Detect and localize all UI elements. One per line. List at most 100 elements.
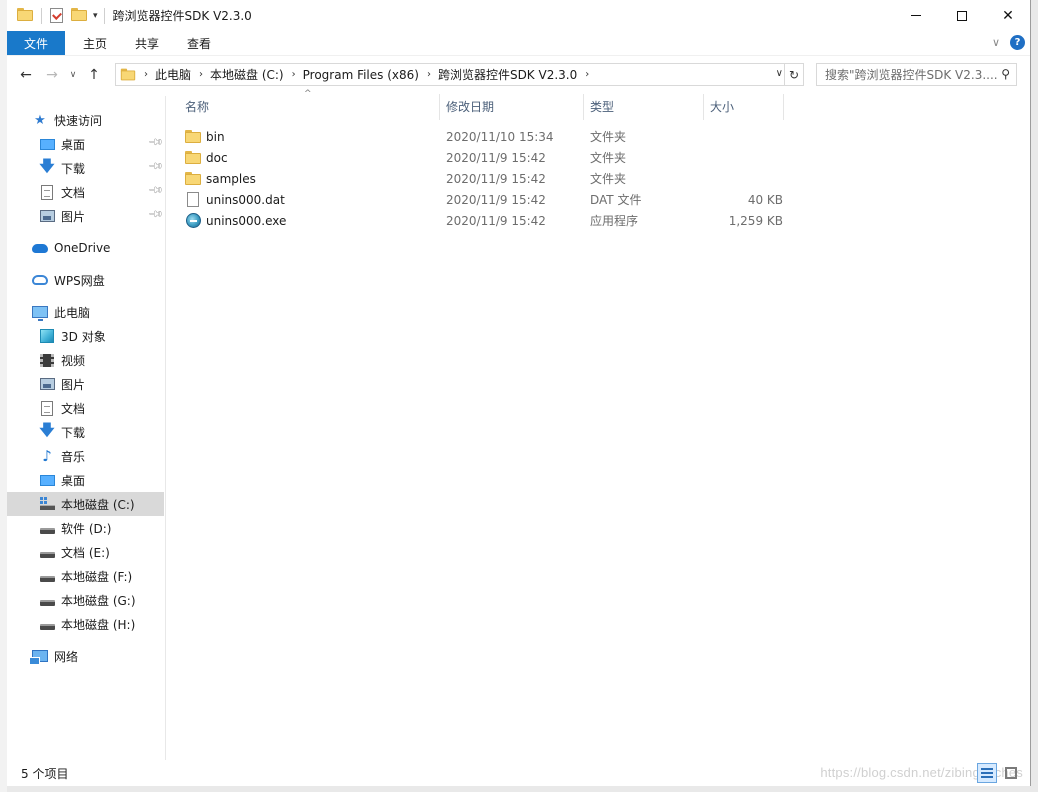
tab-file[interactable]: 文件: [7, 31, 65, 55]
nav-quick-downloads[interactable]: 🡇 下载 📌︎: [7, 156, 164, 180]
nav-downloads[interactable]: 🡇 下载: [7, 420, 164, 444]
nav-desktop[interactable]: 桌面: [7, 468, 164, 492]
help-icon[interactable]: ?: [1010, 35, 1025, 50]
nav-quick-pictures[interactable]: 图片 📌︎: [7, 204, 164, 228]
file-date: 2020/11/9 15:42: [446, 171, 546, 186]
nav-label: 图片: [61, 377, 86, 392]
navigation-pane: ★ 快速访问 桌面 📌︎ 🡇 下载 📌︎ 文档 📌︎ 图片 📌︎ OneDriv…: [7, 96, 166, 760]
tab-share[interactable]: 共享: [121, 31, 173, 55]
up-button[interactable]: ↑: [81, 62, 107, 88]
nav-drive-f[interactable]: 本地磁盘 (F:): [7, 564, 164, 588]
explorer-window: ▾ 跨浏览器控件SDK V2.3.0 ✕ 文件 主页 共享 查看 ∨ ? ← →…: [7, 0, 1031, 786]
tab-home[interactable]: 主页: [69, 31, 121, 55]
nav-music[interactable]: ♪ 音乐: [7, 444, 164, 468]
folder-icon: [185, 171, 201, 187]
nav-pictures[interactable]: 图片: [7, 372, 164, 396]
status-bar: 5 个项目 https://blog.csdn.net/zibingdaches: [7, 760, 1030, 786]
table-row[interactable]: bin 2020/11/10 15:34 文件夹: [167, 126, 787, 147]
maximize-button[interactable]: [939, 0, 985, 31]
customize-toolbar-chevron-icon[interactable]: ▾: [93, 11, 98, 21]
file-name: doc: [206, 150, 228, 165]
search-icon: ⚲: [1001, 67, 1010, 81]
computer-icon: [32, 304, 48, 321]
download-icon: 🡇: [39, 156, 55, 175]
nav-label: 3D 对象: [61, 329, 106, 344]
table-row[interactable]: unins000.dat 2020/11/9 15:42 DAT 文件 40 K…: [167, 189, 787, 210]
column-header-name[interactable]: 名称 ^: [167, 89, 440, 122]
forward-button[interactable]: →: [39, 62, 65, 88]
column-header-size[interactable]: 大小: [704, 90, 784, 122]
column-header-type[interactable]: 类型: [584, 90, 704, 122]
window-title: 跨浏览器控件SDK V2.3.0: [112, 9, 252, 23]
table-row[interactable]: unins000.exe 2020/11/9 15:42 应用程序 1,259 …: [167, 210, 787, 231]
ribbon-tabs: 文件 主页 共享 查看 ∨ ?: [7, 31, 1030, 56]
table-row[interactable]: samples 2020/11/9 15:42 文件夹: [167, 168, 787, 189]
navigation-bar: ← → ∨ ↑ › 此电脑 › 本地磁盘 (C:) › Program File…: [7, 60, 1030, 90]
file-size: [710, 126, 783, 147]
nav-quick-documents[interactable]: 文档 📌︎: [7, 180, 164, 204]
new-folder-icon[interactable]: [71, 7, 87, 24]
picture-icon: [39, 376, 55, 392]
column-header-date[interactable]: 修改日期: [440, 90, 584, 122]
toolbar-divider: [41, 7, 42, 24]
refresh-icon[interactable]: ↻: [784, 64, 803, 85]
drive-icon: [39, 544, 55, 560]
close-button[interactable]: ✕: [985, 0, 1030, 31]
nav-quick-desktop[interactable]: 桌面 📌︎: [7, 132, 164, 156]
minimize-button[interactable]: [893, 0, 939, 31]
properties-icon[interactable]: [50, 8, 63, 23]
breadcrumb-this-pc[interactable]: 此电脑: [155, 66, 191, 83]
breadcrumb-chevron-icon[interactable]: ›: [292, 69, 296, 80]
recent-locations-chevron-icon[interactable]: ∨: [65, 62, 81, 88]
breadcrumb-chevron-icon[interactable]: ›: [199, 69, 203, 80]
wps-cloud-icon: [32, 272, 48, 288]
breadcrumb-current-folder[interactable]: 跨浏览器控件SDK V2.3.0: [438, 66, 577, 83]
nav-drive-g[interactable]: 本地磁盘 (G:): [7, 588, 164, 612]
back-button[interactable]: ←: [13, 62, 39, 88]
nav-onedrive[interactable]: OneDrive: [7, 236, 164, 260]
nav-drive-c[interactable]: 本地磁盘 (C:): [7, 492, 164, 516]
nav-quick-access[interactable]: ★ 快速访问: [7, 108, 164, 132]
breadcrumb-local-disk-c[interactable]: 本地磁盘 (C:): [210, 66, 284, 83]
file-name: samples: [206, 171, 256, 186]
nav-network[interactable]: 网络: [7, 644, 164, 668]
exe-icon: [185, 213, 201, 229]
onedrive-cloud-icon: [32, 240, 48, 256]
pin-icon[interactable]: 📌︎: [147, 182, 164, 199]
nav-3d-objects[interactable]: 3D 对象: [7, 324, 164, 348]
nav-drive-h[interactable]: 本地磁盘 (H:): [7, 612, 164, 636]
nav-label: 文档 (E:): [61, 545, 110, 560]
nav-videos[interactable]: 视频: [7, 348, 164, 372]
breadcrumb-chevron-icon[interactable]: ›: [144, 69, 148, 80]
star-icon: ★: [34, 112, 46, 128]
nav-label: 本地磁盘 (G:): [61, 593, 136, 608]
nav-drive-e[interactable]: 文档 (E:): [7, 540, 164, 564]
nav-documents[interactable]: 文档: [7, 396, 164, 420]
folder-icon: [185, 150, 201, 166]
breadcrumb-chevron-icon[interactable]: ›: [585, 69, 589, 80]
search-input[interactable]: 搜索"跨浏览器控件SDK V2.3.... ⚲: [816, 63, 1017, 86]
details-view-button[interactable]: [977, 763, 997, 783]
nav-label: 下载: [61, 161, 86, 176]
drive-icon: [39, 568, 55, 584]
nav-label: 软件 (D:): [61, 521, 112, 536]
pin-icon[interactable]: 📌︎: [147, 158, 164, 175]
nav-wps[interactable]: WPS网盘: [7, 268, 164, 292]
nav-drive-d[interactable]: 软件 (D:): [7, 516, 164, 540]
nav-this-pc[interactable]: 此电脑: [7, 300, 164, 324]
address-bar[interactable]: › 此电脑 › 本地磁盘 (C:) › Program Files (x86) …: [115, 63, 804, 86]
address-history-chevron-icon[interactable]: ∨: [776, 68, 783, 79]
breadcrumb-chevron-icon[interactable]: ›: [427, 69, 431, 80]
breadcrumb-program-files-x86[interactable]: Program Files (x86): [303, 68, 419, 82]
large-icons-view-button[interactable]: [1001, 763, 1021, 783]
column-divider[interactable]: [783, 94, 784, 120]
tab-view[interactable]: 查看: [173, 31, 225, 55]
nav-label: 视频: [61, 353, 86, 368]
nav-label: 网络: [54, 649, 79, 664]
pin-icon[interactable]: 📌︎: [147, 134, 164, 151]
column-label: 修改日期: [446, 99, 495, 114]
table-row[interactable]: doc 2020/11/9 15:42 文件夹: [167, 147, 787, 168]
drive-icon: [39, 592, 55, 608]
expand-ribbon-chevron-icon[interactable]: ∨: [992, 36, 1000, 49]
pin-icon[interactable]: 📌︎: [147, 206, 164, 223]
